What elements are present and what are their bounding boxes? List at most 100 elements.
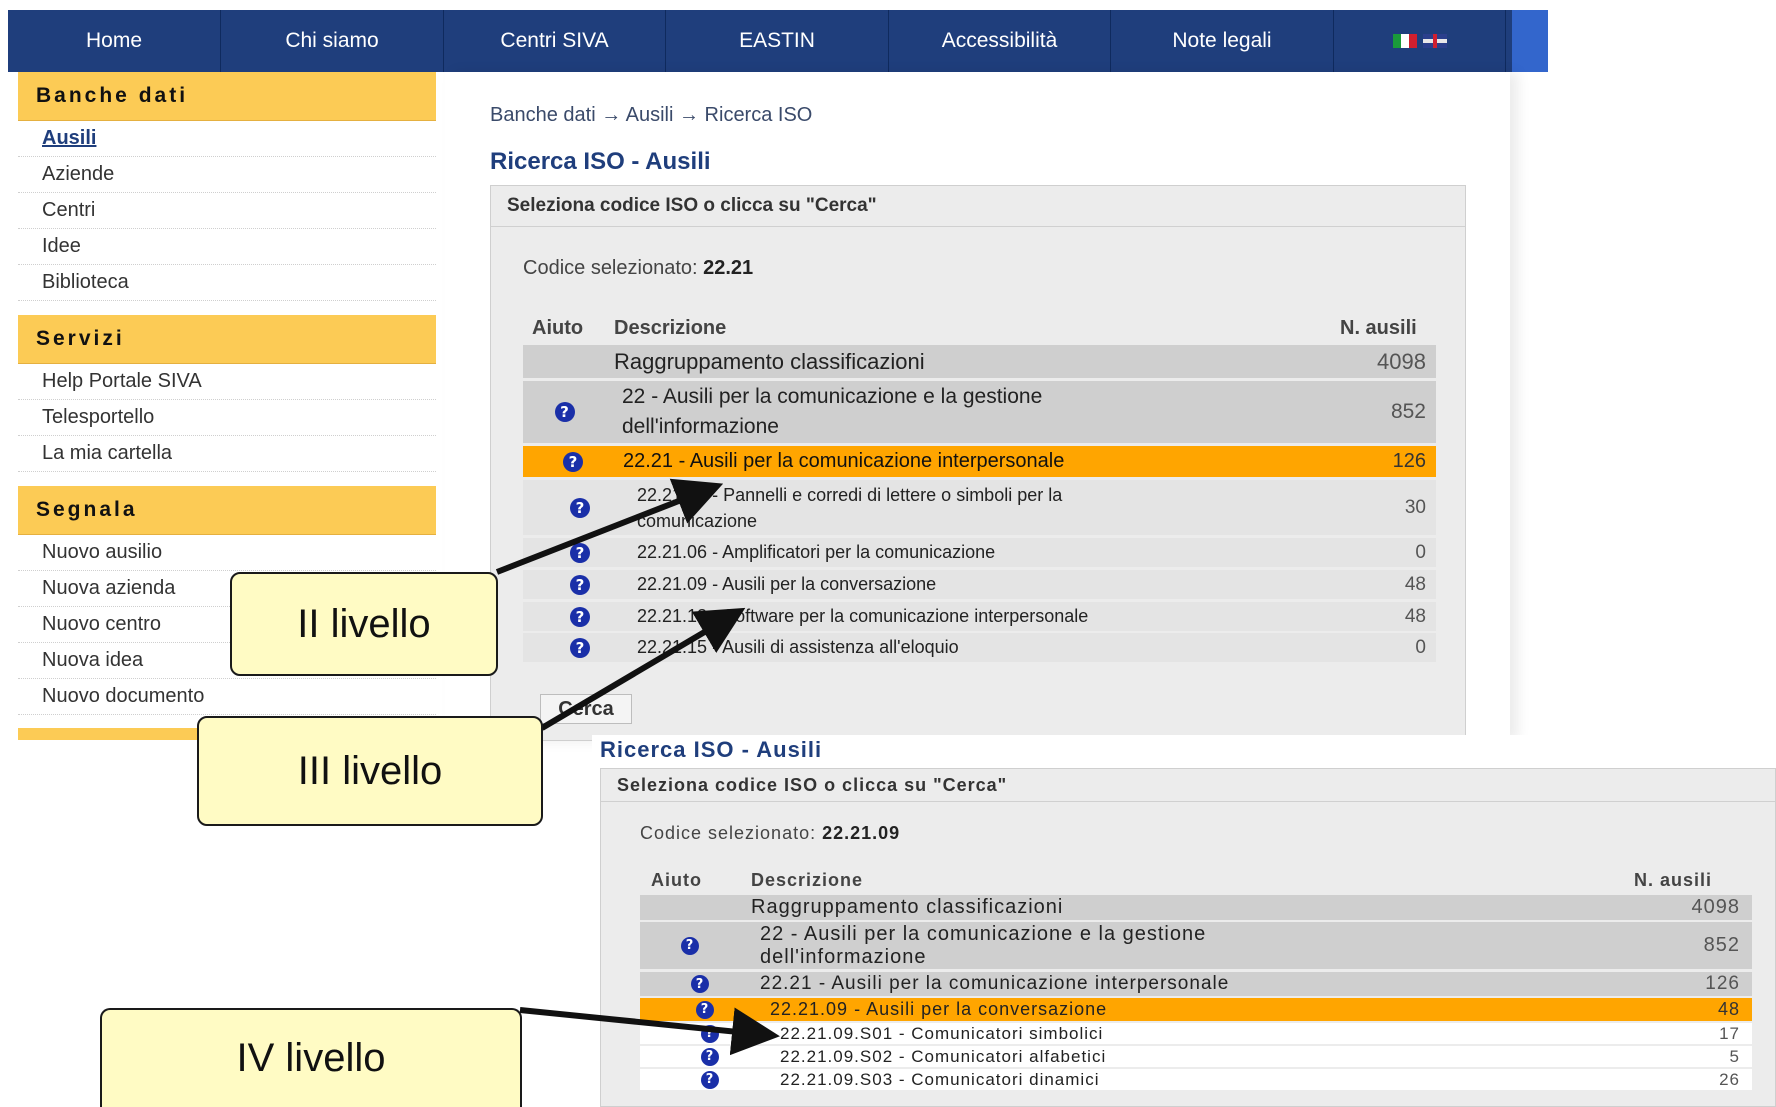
detail-table-row[interactable]: ? 22.21.09.S01 - Comunicatori simbolici … (640, 1023, 1752, 1044)
detail-col-header-aiuto: Aiuto (651, 870, 702, 890)
sidebar-item-idee[interactable]: Idee (18, 229, 436, 265)
callout-level-2: II livello (230, 572, 498, 676)
help-question-icon[interactable]: ? (570, 497, 590, 518)
sidebar-item-biblioteca[interactable]: Biblioteca (18, 265, 436, 301)
nav-edge (1512, 10, 1548, 72)
callout-level-4: IV livello (100, 1008, 522, 1107)
detail-col-header-descrizione: Descrizione (751, 870, 864, 890)
detail-page-title: Ricerca ISO - Ausili (600, 737, 823, 762)
help-question-icon[interactable]: ? (701, 1024, 719, 1043)
detail-table-row[interactable]: ? 22.21 - Ausili per la comunicazione in… (640, 972, 1752, 996)
help-question-icon[interactable]: ? (691, 975, 709, 993)
row-description: Raggruppamento classificazioni (751, 896, 1064, 918)
table-row[interactable]: ? 22.21.15 - Ausili di assistenza all'el… (523, 633, 1436, 662)
help-question-icon[interactable]: ? (701, 1070, 719, 1089)
sidebar-item-ausili[interactable]: Ausili (18, 121, 436, 157)
help-question-icon[interactable]: ? (570, 542, 590, 563)
nav-chi-siamo[interactable]: Chi siamo (221, 10, 444, 72)
nav-home[interactable]: Home (8, 10, 221, 72)
row-count: 48 (1404, 573, 1426, 595)
language-switch (1334, 10, 1506, 72)
table-row[interactable]: ? 22.21.06 - Amplificatori per la comuni… (523, 538, 1436, 567)
table-row[interactable]: ? 22.21.12 - Software per la comunicazio… (523, 602, 1436, 631)
row-count: 852 (1703, 934, 1740, 956)
detail-table-row[interactable]: ? 22.21.09.S02 - Comunicatori alfabetici… (640, 1046, 1752, 1067)
row-description: 22 - Ausili per la comunicazione e la ge… (760, 922, 1207, 968)
search-button[interactable]: Cerca (540, 694, 632, 724)
sidebar-item-centri[interactable]: Centri (18, 193, 436, 229)
sidebar-header-segnala: Segnala (18, 486, 436, 535)
detail-table-row[interactable]: ? 22.21.09.S03 - Comunicatori dinamici 2… (640, 1069, 1752, 1090)
flag-uk-icon[interactable] (1422, 34, 1447, 48)
detail-table-row[interactable]: Raggruppamento classificazioni 4098 (640, 895, 1752, 920)
row-count: 4098 (1691, 896, 1740, 918)
row-count: 48 (1404, 605, 1426, 627)
row-count: 852 (1390, 400, 1426, 423)
row-count: 126 (1705, 973, 1740, 994)
detail-table-row[interactable]: ? 22 - Ausili per la comunicazione e la … (640, 922, 1752, 969)
row-count: 30 (1404, 496, 1426, 518)
sidebar-item-aziende[interactable]: Aziende (18, 157, 436, 193)
sidebar-item-cartella[interactable]: La mia cartella (18, 436, 436, 472)
nav-accessibilita[interactable]: Accessibilità (889, 10, 1111, 72)
flag-italy-icon[interactable] (1392, 34, 1417, 48)
table-row[interactable]: Raggruppamento classificazioni 4098 (523, 345, 1436, 378)
sidebar-item-help-portale[interactable]: Help Portale SIVA (18, 364, 436, 400)
row-count: 0 (1415, 636, 1426, 658)
row-count: 0 (1415, 541, 1426, 563)
row-description: Raggruppamento classificazioni (614, 348, 925, 374)
main-nav: Home Chi siamo Centri SIVA EASTIN Access… (8, 10, 1548, 72)
row-description: 22.21.09.S03 - Comunicatori dinamici (780, 1069, 1100, 1089)
col-header-aiuto: Aiuto (532, 317, 584, 339)
row-description: 22.21.09 - Ausili per la conversazione (637, 574, 937, 594)
nav-eastin[interactable]: EASTIN (666, 10, 889, 72)
col-header-n-ausili: N. ausili (1340, 317, 1417, 339)
row-count: 4098 (1377, 348, 1426, 374)
detail-col-header-n-ausili: N. ausili (1634, 870, 1713, 890)
detail-table-row-selected[interactable]: ? 22.21.09 - Ausili per la conversazione… (640, 998, 1752, 1021)
row-count: 17 (1719, 1023, 1740, 1043)
help-question-icon[interactable]: ? (554, 402, 575, 422)
row-description: 22.21 - Ausili per la comunicazione inte… (760, 973, 1230, 994)
row-description: 22 - Ausili per la comunicazione e la ge… (622, 385, 1043, 438)
selected-code-label: Codice selezionato: (523, 257, 698, 279)
selected-code-value: 22.21 (703, 257, 754, 279)
detail-panel-header: Seleziona codice ISO o clicca su "Cerca" (601, 769, 1775, 802)
table-row[interactable]: ? 22 - Ausili per la comunicazione e la … (523, 381, 1436, 443)
nav-centri-siva[interactable]: Centri SIVA (444, 10, 666, 72)
detail-selected-code: Codice selezionato: 22.21.09 (640, 823, 900, 844)
col-header-descrizione: Descrizione (614, 317, 727, 339)
help-question-icon[interactable]: ? (681, 936, 699, 955)
sidebar-item-nuovo-ausilio[interactable]: Nuovo ausilio (18, 535, 436, 571)
row-description: 22.21.09.S01 - Comunicatori simbolici (780, 1023, 1104, 1043)
detail-selected-code-label: Codice selezionato: (640, 823, 817, 843)
row-count: 126 (1392, 450, 1426, 472)
sidebar-header-banche-dati: Banche dati (18, 72, 436, 121)
sidebar-item-nuovo-documento[interactable]: Nuovo documento (18, 679, 436, 715)
table-row[interactable]: ? 22.21.09 - Ausili per la conversazione… (523, 570, 1436, 599)
breadcrumb[interactable]: Banche dati → Ausili → Ricerca ISO (490, 104, 812, 127)
table-row[interactable]: ? 22.21.03 - Pannelli e corredi di lette… (523, 480, 1436, 535)
help-question-icon[interactable]: ? (570, 574, 590, 595)
table-row-selected[interactable]: ? 22.21 - Ausili per la comunicazione in… (523, 446, 1436, 477)
selected-code: Codice selezionato: 22.21 (523, 257, 753, 280)
row-count: 5 (1729, 1046, 1740, 1066)
row-count: 48 (1717, 999, 1740, 1019)
detail-selected-code-value: 22.21.09 (822, 823, 901, 843)
panel-header: Seleziona codice ISO o clicca su "Cerca" (491, 186, 1465, 227)
row-description: 22.21.09.S02 - Comunicatori alfabetici (780, 1046, 1107, 1066)
help-question-icon[interactable]: ? (570, 606, 590, 627)
sidebar-item-telesportello[interactable]: Telesportello (18, 400, 436, 436)
help-question-icon[interactable]: ? (570, 637, 590, 658)
page-title: Ricerca ISO - Ausili (490, 148, 711, 175)
help-question-icon[interactable]: ? (701, 1047, 719, 1066)
help-question-icon[interactable]: ? (563, 451, 583, 472)
row-description: 22.21.15 - Ausili di assistenza all'eloq… (637, 637, 959, 657)
help-question-icon[interactable]: ? (696, 1000, 714, 1019)
row-description: 22.21.12 - Software per la comunicazione… (637, 606, 1089, 626)
row-description: 22.21.09 - Ausili per la conversazione (770, 999, 1108, 1019)
nav-note-legali[interactable]: Note legali (1111, 10, 1334, 72)
row-description: 22.21.06 - Amplificatori per la comunica… (637, 542, 996, 562)
row-description: 22.21 - Ausili per la comunicazione inte… (623, 450, 1065, 472)
top-border (0, 0, 1548, 10)
